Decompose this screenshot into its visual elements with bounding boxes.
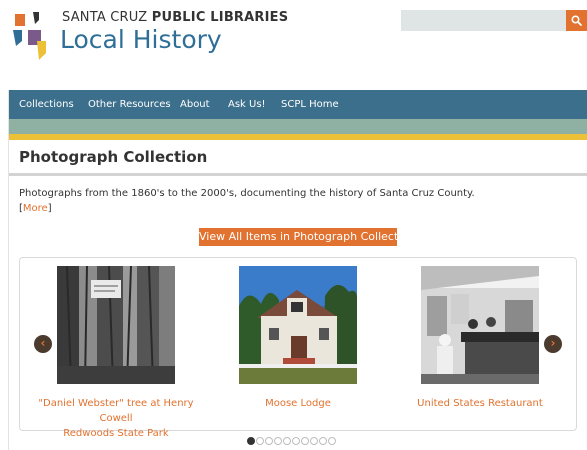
decorative-band-yellow xyxy=(9,134,587,140)
caption-united-states-restaurant[interactable]: United States Restaurant xyxy=(392,396,568,411)
carousel-dot-2[interactable] xyxy=(256,437,264,445)
nav-item-collections[interactable]: Collections xyxy=(19,90,74,119)
caption-daniel-webster-tree[interactable]: "Daniel Webster" tree at Henry Cowell Red… xyxy=(28,396,204,441)
carousel-dot-6[interactable] xyxy=(292,437,300,445)
library-logo-icon[interactable] xyxy=(12,10,56,66)
carousel-dot-10[interactable] xyxy=(328,437,336,445)
caption-1-line-2: Redwoods State Park xyxy=(63,428,169,439)
nav-item-ask-us[interactable]: Ask Us! xyxy=(228,90,266,119)
photo-daniel-webster-tree[interactable] xyxy=(57,266,175,384)
search-icon xyxy=(571,15,582,26)
photo-moose-lodge[interactable] xyxy=(239,266,357,384)
search-input[interactable] xyxy=(401,10,566,31)
carousel-dot-9[interactable] xyxy=(319,437,327,445)
main-nav: Collections Other Resources About Ask Us… xyxy=(9,90,587,119)
caption-1-line-1: "Daniel Webster" tree at Henry Cowell xyxy=(38,398,194,424)
site-name: SANTA CRUZ PUBLIC LIBRARIES xyxy=(62,10,288,25)
nav-item-about[interactable]: About xyxy=(180,90,210,119)
more-link[interactable]: More xyxy=(23,203,48,214)
photo-united-states-restaurant[interactable] xyxy=(421,266,539,384)
nav-item-other-resources[interactable]: Other Resources xyxy=(88,90,171,119)
title-divider xyxy=(9,173,587,176)
page: SANTA CRUZ PUBLIC LIBRARIES Local Histor… xyxy=(0,0,587,450)
search-bar xyxy=(401,10,587,31)
carousel-dot-7[interactable] xyxy=(301,437,309,445)
collection-description: Photographs from the 1860's to the 2000'… xyxy=(19,188,475,199)
carousel-dot-4[interactable] xyxy=(274,437,282,445)
site-name-prefix: SANTA CRUZ xyxy=(62,10,148,25)
chevron-right-icon[interactable]: › xyxy=(544,335,562,353)
carousel-dot-1[interactable] xyxy=(247,437,255,445)
photo-carousel: ‹ › "Daniel Webster" tree at Henry Cowel… xyxy=(19,257,577,439)
carousel-dot-8[interactable] xyxy=(310,437,318,445)
nav-item-scpl-home[interactable]: SCPL Home xyxy=(281,90,339,119)
site-title[interactable]: Local History xyxy=(60,25,222,54)
more-line: [More] xyxy=(19,203,52,214)
site-header: SANTA CRUZ PUBLIC LIBRARIES Local Histor… xyxy=(0,0,587,90)
caption-moose-lodge[interactable]: Moose Lodge xyxy=(210,396,386,411)
chevron-left-icon[interactable]: ‹ xyxy=(34,335,52,353)
search-button[interactable] xyxy=(566,10,587,31)
carousel-dot-5[interactable] xyxy=(283,437,291,445)
more-bracket-close: ] xyxy=(47,203,52,214)
view-all-button[interactable]: View All Items in Photograph Collection xyxy=(199,228,415,246)
carousel-dot-3[interactable] xyxy=(265,437,273,445)
site-name-bold: PUBLIC LIBRARIES xyxy=(151,10,289,25)
carousel-pagination xyxy=(247,437,337,447)
decorative-band-green xyxy=(9,119,587,134)
page-title: Photograph Collection xyxy=(19,148,208,166)
